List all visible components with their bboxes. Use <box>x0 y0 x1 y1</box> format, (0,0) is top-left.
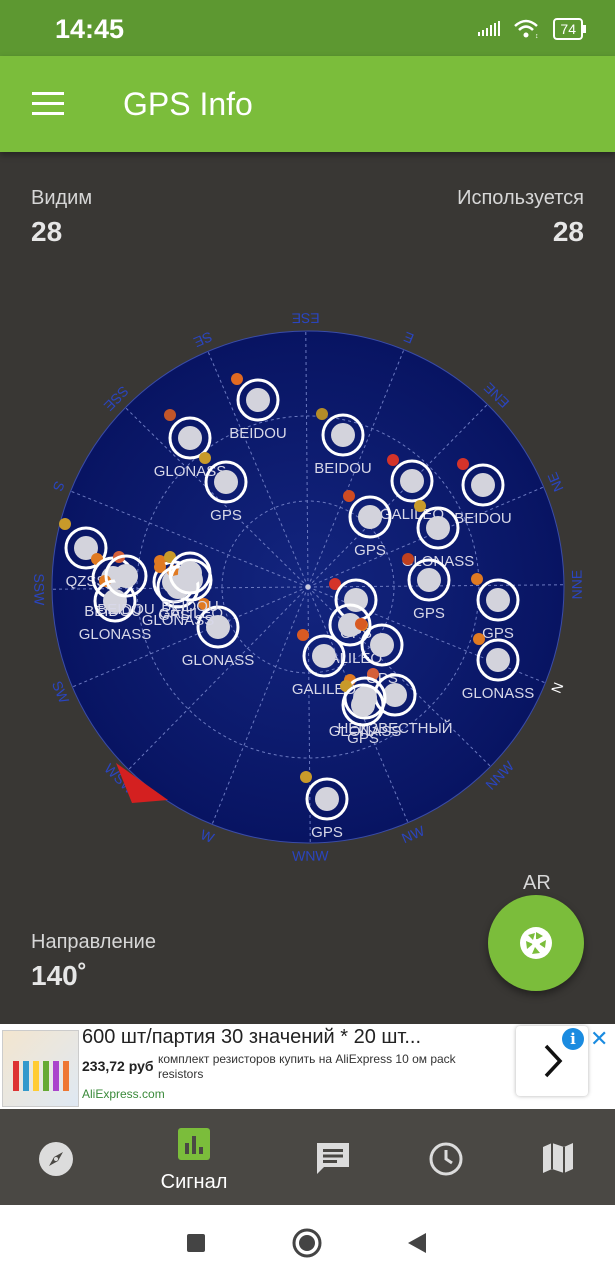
ad-banner[interactable]: 600 шт/партия 30 значений * 20 шт... 233… <box>0 1024 615 1109</box>
back-icon[interactable] <box>406 1232 428 1254</box>
satellite-core <box>351 693 375 717</box>
ad-close-icon[interactable]: ✕ <box>590 1026 608 1052</box>
sky-center <box>305 584 311 590</box>
signal-strength-dot <box>343 490 355 502</box>
compass-label-n: N <box>548 680 567 695</box>
signal-strength-dot <box>199 452 211 464</box>
signal-strength-dot <box>164 409 176 421</box>
compass-label-ssw: SSW <box>31 573 47 606</box>
signal-strength-dot <box>457 458 469 470</box>
satellite-core <box>486 648 510 672</box>
compass-label-nne: NNE <box>569 570 585 600</box>
satellite-label: BEIDOU <box>314 460 372 477</box>
compass-label-s: S <box>50 479 68 494</box>
compass-label-e: E <box>401 329 416 347</box>
nav-item-signal[interactable]: Сигнал <box>144 1109 244 1205</box>
satellite-label: GPS <box>413 605 445 622</box>
signal-strength-dot <box>355 618 367 630</box>
satellite-sky-plot: NNNWNWWNWWWSWSWSSWSSSESEESEEENENENNE BEI… <box>31 310 585 864</box>
compass-label-nw: NW <box>399 822 427 846</box>
recent-apps-icon[interactable] <box>186 1233 206 1253</box>
direction-value: 140˚ <box>31 960 88 991</box>
satellite-core <box>417 568 441 592</box>
bottom-navigation: Сигнал <box>0 1109 615 1205</box>
clock-icon <box>429 1142 463 1176</box>
satellite-label: BEIDOU <box>229 425 287 442</box>
home-icon[interactable] <box>292 1228 322 1258</box>
satellite-core <box>344 588 368 612</box>
satellite-core <box>486 588 510 612</box>
nav-item-compass[interactable] <box>6 1109 106 1205</box>
compass-label-se: SE <box>191 329 214 351</box>
satellite-label: BEIDOU <box>454 510 512 527</box>
signal-strength-dot <box>300 771 312 783</box>
system-navigation-bar <box>0 1205 615 1280</box>
compass-label-ne: NE <box>544 470 566 494</box>
signal-strength-dot <box>402 553 414 565</box>
nav-label-signal: Сигнал <box>160 1171 228 1193</box>
satellite-core <box>178 561 202 585</box>
direction-label: Направление <box>31 931 156 953</box>
satellite-core <box>214 470 238 494</box>
compass-label-ese: ESE <box>292 310 320 326</box>
satellite-label: GLONASS <box>462 685 535 702</box>
ad-source: AliExpress.com <box>82 1087 165 1101</box>
satellite-core <box>358 505 382 529</box>
satellite-core <box>400 469 424 493</box>
signal-strength-dot <box>316 408 328 420</box>
signal-strength-dot <box>59 518 71 530</box>
satellite-core <box>331 423 355 447</box>
signal-strength-dot <box>297 629 309 641</box>
satellite-core <box>315 787 339 811</box>
satellite-core <box>178 426 202 450</box>
satellite-label: BEIDOU <box>161 598 219 615</box>
ad-price: 233,72 руб <box>82 1058 154 1074</box>
compass-label-wnw: WNW <box>292 848 329 864</box>
ad-info-icon[interactable]: i <box>562 1028 584 1050</box>
satellite-core <box>471 473 495 497</box>
satellite-core <box>426 516 450 540</box>
compass-icon <box>39 1142 73 1176</box>
satellite-label: GPS <box>311 824 343 841</box>
nav-item-messages[interactable] <box>283 1109 383 1205</box>
nav-item-map[interactable] <box>508 1109 608 1205</box>
compass-label-sw: SW <box>49 678 73 706</box>
ar-camera-button[interactable] <box>488 895 584 991</box>
signal-strength-dot <box>473 633 485 645</box>
satellite-core <box>246 388 270 412</box>
compass-label-w: W <box>198 826 217 846</box>
ar-label: AR <box>523 872 551 894</box>
ad-description: комплект резисторов купить на AliExpress… <box>158 1052 456 1081</box>
satellite-label: GPS <box>347 730 379 747</box>
signal-chart-icon <box>178 1128 210 1160</box>
satellite-label: GLONASS <box>79 626 152 643</box>
nav-item-history[interactable] <box>396 1109 496 1205</box>
satellite-label: GLONASS <box>182 652 255 669</box>
satellite-label: GPS <box>354 542 386 559</box>
signal-strength-dot <box>231 373 243 385</box>
ad-title: 600 шт/партия 30 значений * 20 шт... <box>82 1026 422 1048</box>
satellite-core <box>114 564 138 588</box>
ad-image <box>2 1030 79 1107</box>
satellite-core <box>312 644 336 668</box>
signal-strength-dot <box>414 500 426 512</box>
signal-strength-dot <box>471 573 483 585</box>
satellite-core <box>383 683 407 707</box>
signal-strength-dot <box>387 454 399 466</box>
camera-shutter-icon <box>520 927 552 959</box>
message-icon <box>317 1143 349 1174</box>
satellite-label: GPS <box>210 507 242 524</box>
satellite-core <box>370 633 394 657</box>
map-icon <box>543 1143 573 1173</box>
